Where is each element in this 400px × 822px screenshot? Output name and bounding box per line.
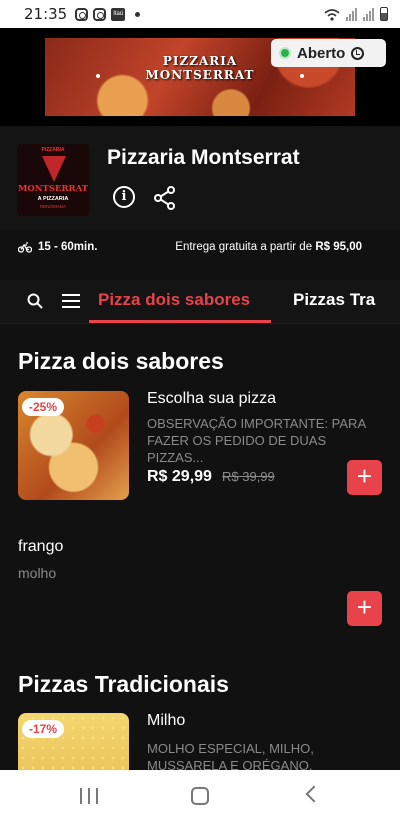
status-bar: 21:35 Itaú <box>0 0 400 28</box>
notification-dot-icon <box>135 11 141 17</box>
share-icon[interactable] <box>152 185 178 211</box>
menu-icon[interactable] <box>62 294 80 308</box>
item-description: OBSERVAÇÃO IMPORTANTE: PARA FAZER OS PED… <box>147 416 366 465</box>
item-description: molho <box>18 565 57 581</box>
bike-icon <box>18 242 32 253</box>
item-old-price: R$ 39,99 <box>222 469 275 484</box>
recent-apps-icon[interactable] <box>80 788 98 804</box>
open-indicator-icon <box>279 47 291 59</box>
store-name: Pizzaria Montserrat <box>107 146 300 169</box>
tab-pizzas-tradicionais[interactable]: Pizzas Tra <box>293 290 375 310</box>
bank-icon: Itaú <box>111 7 126 21</box>
discount-badge: -25% <box>22 398 64 416</box>
signal-icon <box>346 7 357 21</box>
status-time: 21:35 <box>24 5 68 23</box>
info-icon[interactable]: i <box>113 186 135 208</box>
item-price: R$ 29,99 <box>147 468 212 485</box>
banner-dot <box>300 74 304 78</box>
clock-icon <box>351 46 365 60</box>
item-name: Escolha sua pizza <box>147 390 276 407</box>
add-button[interactable]: + <box>347 460 382 495</box>
banner-dot <box>96 74 100 78</box>
open-status-label: Aberto <box>297 44 346 62</box>
store-header: PIZZARIA MONTSERRAT A PIZZARIA RENOMADA … <box>0 126 400 230</box>
section-title: Pizzas Tradicionais <box>18 671 229 697</box>
wifi-icon <box>324 8 340 21</box>
signal-icon <box>363 7 374 21</box>
add-button[interactable]: + <box>347 591 382 626</box>
tab-pizza-dois-sabores[interactable]: Pizza dois sabores <box>98 290 250 310</box>
category-tabs: Pizza dois sabores Pizzas Tra <box>0 280 400 324</box>
home-icon[interactable] <box>191 787 209 805</box>
delivery-info: 15 - 60min. Entrega gratuita a partir de… <box>18 232 382 262</box>
item-name: Milho <box>147 712 186 729</box>
free-delivery-text: Entrega gratuita a partir de R$ 95,00 <box>175 241 362 253</box>
item-name: frango <box>18 538 64 555</box>
search-icon[interactable] <box>27 293 43 309</box>
battery-icon <box>380 7 388 21</box>
store-logo: PIZZARIA MONTSERRAT A PIZZARIA RENOMADA <box>17 144 89 216</box>
instagram-icon <box>93 7 107 21</box>
open-status-badge[interactable]: Aberto <box>271 39 386 67</box>
section-title: Pizza dois sabores <box>18 348 224 374</box>
active-tab-indicator <box>89 320 271 323</box>
discount-badge: -17% <box>22 720 64 738</box>
back-icon[interactable] <box>305 785 323 803</box>
delivery-time: 15 - 60min. <box>38 241 98 253</box>
item-description: MOLHO ESPECIAL, MILHO, MUSSARELA E ORÉGA… <box>147 741 314 773</box>
instagram-icon <box>75 7 89 21</box>
free-delivery-min: R$ 95,00 <box>315 241 362 253</box>
system-nav-bar <box>0 770 400 822</box>
